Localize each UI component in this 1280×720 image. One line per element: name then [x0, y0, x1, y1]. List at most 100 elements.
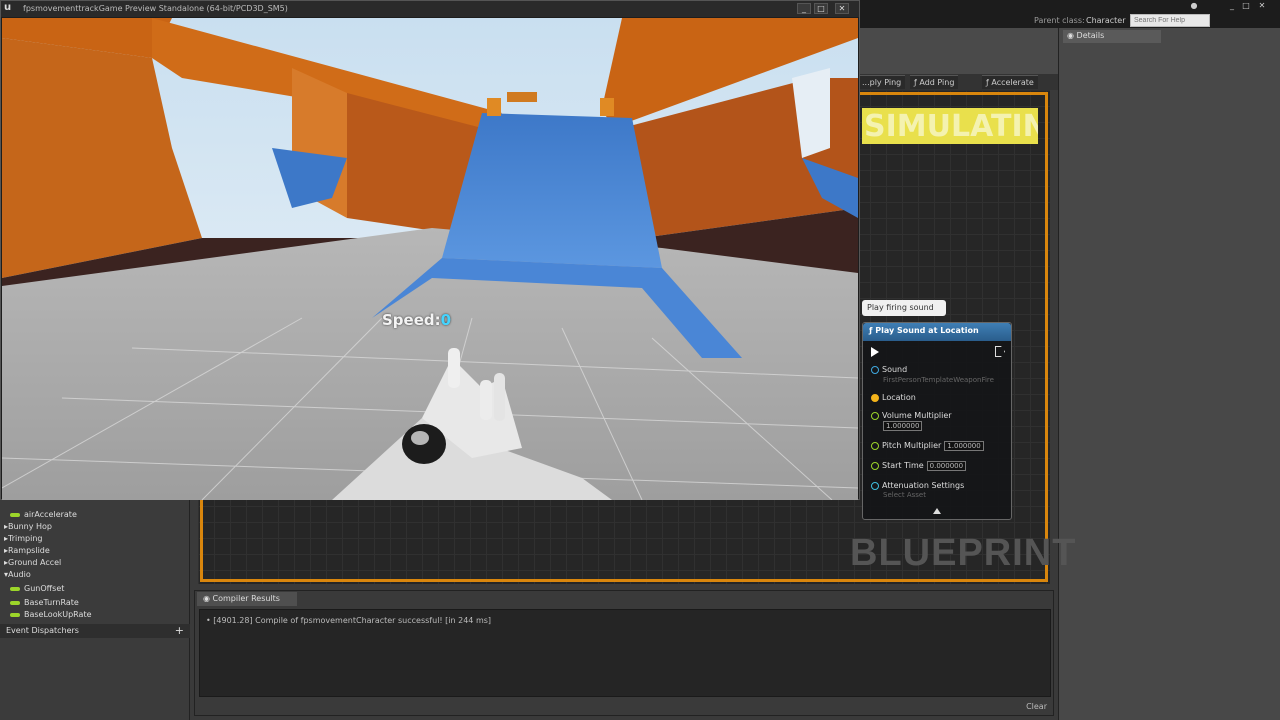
item-label: BaseLookUpRate — [24, 610, 92, 619]
item-label: Trimping — [8, 534, 43, 543]
float-variable-icon — [10, 512, 20, 517]
orange-prop — [600, 98, 614, 116]
category-item[interactable]: ▸Rampslide — [4, 546, 50, 555]
tab-apply-ping[interactable]: ...ply Ping — [858, 75, 906, 89]
item-label: airAccelerate — [24, 510, 77, 519]
toolbar-area — [858, 28, 1058, 74]
notification-icon[interactable]: ● — [1188, 1, 1200, 10]
details-tab[interactable]: ◉ Details — [1063, 30, 1161, 43]
start-time-label: Start Time — [882, 461, 924, 470]
location-label: Location — [882, 393, 916, 402]
pitch-label: Pitch Multiplier — [882, 441, 942, 450]
item-label: Bunny Hop — [8, 522, 52, 531]
compiler-message: • [4901.28] Compile of fpsmovementCharac… — [206, 616, 491, 625]
event-dispatchers-label: Event Dispatchers — [6, 626, 79, 635]
speed-value: 0 — [440, 311, 452, 329]
speed-readout: Speed:0 — [382, 311, 451, 329]
volume-pin-row[interactable]: Volume Multiplier — [871, 411, 952, 420]
sound-pin[interactable] — [871, 365, 879, 374]
variable-item[interactable]: BaseLookUpRate — [10, 610, 92, 619]
game-maximize-button[interactable]: □ — [814, 3, 828, 14]
volume-value-row: 1.000000 — [883, 421, 923, 431]
pitch-pin[interactable] — [871, 441, 879, 450]
start-time-pin-row[interactable]: Start Time 0.000000 — [871, 461, 967, 471]
details-icon: ◉ — [1067, 31, 1077, 40]
add-event-dispatcher-icon[interactable]: + — [175, 624, 184, 637]
item-label: Audio — [8, 570, 31, 579]
category-item[interactable]: ▸Bunny Hop — [4, 522, 52, 531]
editor-top-bar: Parent class: Character ● _ □ ✕ — [858, 0, 1280, 28]
game-preview-window[interactable]: u fpsmovementtrackGame Preview Standalon… — [0, 0, 860, 500]
event-dispatchers-header[interactable]: Event Dispatchers + — [0, 624, 190, 638]
minimize-icon[interactable]: _ — [1226, 1, 1238, 10]
unreal-logo-icon: u — [4, 2, 12, 13]
orange-prop — [507, 92, 537, 102]
item-label: Ground Accel — [8, 558, 62, 567]
compiler-icon: ◉ — [203, 594, 213, 603]
node-header[interactable]: ƒ Play Sound at Location — [863, 323, 1011, 341]
variable-item[interactable]: GunOffset — [10, 584, 64, 593]
node-comment-bubble[interactable]: Play firing sound — [862, 300, 946, 316]
category-item[interactable]: ▸Ground Accel — [4, 558, 61, 567]
location-pin[interactable] — [871, 393, 879, 402]
parent-class-value[interactable]: Character — [1086, 16, 1126, 25]
play-sound-at-location-node[interactable]: ƒ Play Sound at Location Sound FirstPers… — [862, 322, 1012, 520]
volume-label: Volume Multiplier — [882, 411, 952, 420]
game-scene — [2, 18, 858, 500]
tab-label: ...ply Ping — [862, 78, 902, 87]
start-time-value[interactable]: 0.000000 — [926, 461, 967, 471]
tab-accelerate[interactable]: ƒ Accelerate — [982, 75, 1038, 89]
tab-label: Accelerate — [991, 78, 1034, 87]
float-variable-icon — [10, 600, 20, 605]
attenuation-value[interactable]: Select Asset — [883, 491, 926, 499]
simulating-banner: SIMULATING — [862, 108, 1038, 144]
attenuation-pin-row[interactable]: Attenuation Settings — [871, 481, 964, 490]
my-blueprint-panel: airAccelerate ▸Bunny Hop ▸Trimping ▸Ramp… — [0, 500, 190, 720]
compiler-results-panel: ◉ Compiler Results • [4901.28] Compile o… — [194, 590, 1054, 716]
game-window-titlebar[interactable]: u fpsmovementtrackGame Preview Standalon… — [1, 1, 859, 17]
float-variable-icon — [10, 612, 20, 617]
exec-output-pin[interactable] — [995, 346, 1005, 357]
parent-class-label: Parent class: — [1034, 16, 1085, 25]
sound-pin-row[interactable]: Sound — [871, 365, 907, 374]
sound-label: Sound — [882, 365, 908, 374]
sound-value[interactable]: FirstPersonTemplateWeaponFire — [883, 376, 994, 384]
variable-item[interactable]: airAccelerate — [10, 510, 77, 519]
vector-variable-icon — [10, 586, 20, 591]
compiler-tab-label: Compiler Results — [212, 594, 280, 603]
maximize-icon[interactable]: □ — [1240, 1, 1252, 10]
attenuation-pin[interactable] — [871, 481, 879, 490]
game-minimize-button[interactable]: _ — [797, 3, 811, 14]
item-label: GunOffset — [24, 584, 65, 593]
pitch-pin-row[interactable]: Pitch Multiplier 1.000000 — [871, 441, 984, 451]
help-search-input[interactable] — [1130, 14, 1210, 27]
attenuation-label: Attenuation Settings — [882, 481, 965, 490]
compiler-log[interactable]: • [4901.28] Compile of fpsmovementCharac… — [199, 609, 1051, 697]
exec-input-pin[interactable] — [871, 347, 879, 357]
volume-value[interactable]: 1.000000 — [883, 421, 923, 431]
game-window-title: fpsmovementtrackGame Preview Standalone … — [23, 4, 288, 13]
category-item[interactable]: ▾Audio — [4, 570, 31, 579]
location-pin-row[interactable]: Location — [871, 393, 916, 402]
speed-label: Speed: — [382, 311, 441, 329]
compiler-message-text: [4901.28] Compile of fpsmovementCharacte… — [213, 616, 492, 625]
close-icon[interactable]: ✕ — [1256, 1, 1268, 10]
compiler-results-tab[interactable]: ◉ Compiler Results — [197, 592, 297, 606]
item-label: Rampslide — [8, 546, 50, 555]
node-expand-arrow-icon[interactable] — [933, 508, 941, 514]
node-title: Play Sound at Location — [875, 326, 979, 335]
game-close-button[interactable]: ✕ — [835, 3, 849, 14]
pitch-value[interactable]: 1.000000 — [944, 441, 984, 451]
game-viewport[interactable]: Speed:0 — [2, 18, 858, 500]
tab-label: Add Ping — [919, 78, 955, 87]
tab-add-ping[interactable]: ƒ Add Ping — [910, 75, 959, 89]
blueprint-watermark: BLUEPRINT — [850, 532, 1077, 574]
details-tab-label: Details — [1076, 31, 1105, 40]
item-label: BaseTurnRate — [24, 598, 79, 607]
volume-pin[interactable] — [871, 411, 879, 420]
variable-item[interactable]: BaseTurnRate — [10, 598, 79, 607]
start-time-pin[interactable] — [871, 461, 879, 470]
clear-button[interactable]: Clear — [1026, 702, 1047, 711]
category-item[interactable]: ▸Trimping — [4, 534, 42, 543]
details-panel: ◉ Details — [1058, 28, 1280, 720]
